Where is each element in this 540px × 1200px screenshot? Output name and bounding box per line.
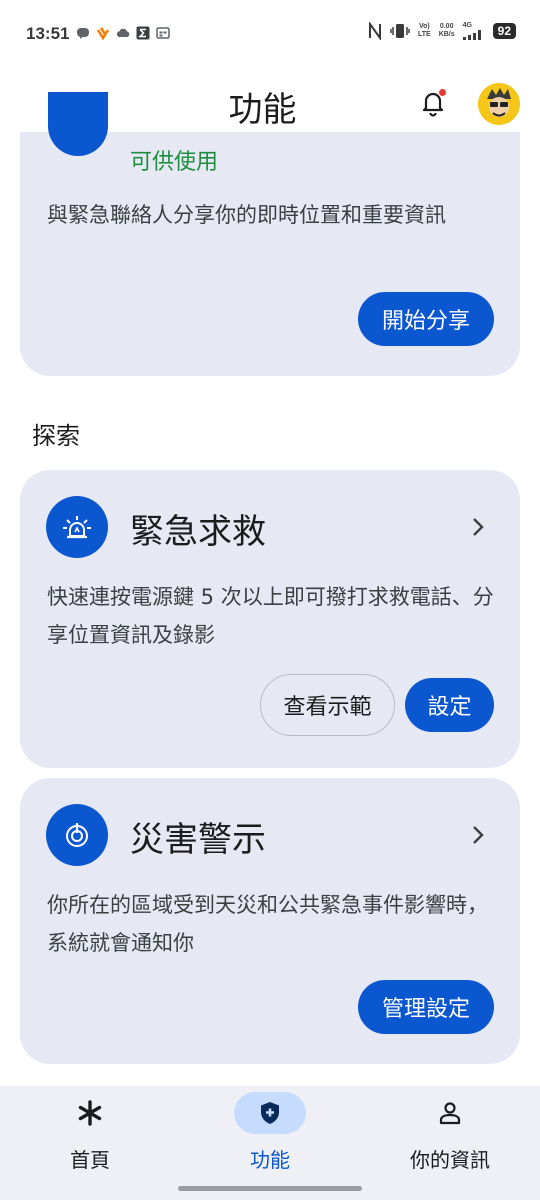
- asterisk-icon: [78, 1100, 102, 1126]
- explore-heading: 探索: [32, 422, 80, 450]
- account-avatar[interactable]: [478, 83, 520, 125]
- chevron-right-icon[interactable]: [466, 823, 490, 847]
- emergency-sos-title: 緊急求救: [130, 512, 266, 552]
- chevron-right-icon[interactable]: [466, 515, 490, 539]
- shield-plus-icon: [261, 1102, 279, 1124]
- disaster-alerts-description: 你所在的區域受到天災和公共緊急事件影響時，系統就會通知你: [47, 893, 488, 955]
- calendar-icon: [156, 27, 170, 39]
- status-time: 13:51: [26, 24, 70, 43]
- emergency-sos-description: 快速連按電源鍵 5 次以上即可撥打求救電話、分享位置資訊及錄影: [47, 585, 494, 647]
- cell-signal: 4G: [462, 22, 485, 40]
- shopee-app-icon: [96, 27, 110, 40]
- avatar-image: [478, 83, 520, 125]
- cloud-icon: [116, 28, 130, 37]
- vibrate-icon: [390, 24, 410, 38]
- disaster-alerts-title: 災害警示: [130, 820, 266, 860]
- nav-item-home[interactable]: 首頁: [0, 1086, 180, 1200]
- alert-broadcast-icon: [46, 804, 108, 866]
- notification-icons: [76, 26, 170, 40]
- nav-item-features[interactable]: 功能: [180, 1086, 360, 1200]
- bottom-navigation: 首頁 功能 你的資訊: [0, 1086, 540, 1200]
- network-type: 4G: [462, 22, 472, 29]
- disaster-alerts-card[interactable]: 災害警示 你所在的區域受到天災和公共緊急事件影響時，系統就會通知你 管理設定: [20, 778, 520, 1064]
- view-demo-button[interactable]: 查看示範: [260, 674, 395, 736]
- nav-label-home: 首頁: [70, 1148, 110, 1172]
- notification-bell-icon[interactable]: [417, 87, 449, 119]
- availability-status: 可供使用: [130, 150, 219, 175]
- nav-label-features: 功能: [250, 1148, 290, 1172]
- gesture-bar[interactable]: [178, 1186, 362, 1191]
- nav-label-your-info: 你的資訊: [410, 1148, 490, 1172]
- system-status: Vo) LTE 0.00 KB/s 4G 92: [368, 22, 516, 40]
- emergency-sos-card[interactable]: 緊急求救 快速連按電源鍵 5 次以上即可撥打求救電話、分享位置資訊及錄影 查看示…: [20, 470, 520, 768]
- start-sharing-button[interactable]: 開始分享: [358, 292, 494, 346]
- setup-button[interactable]: 設定: [405, 678, 494, 732]
- location-sharing-card: 可供使用 與緊急聯絡人分享你的即時位置和重要資訊 開始分享: [20, 92, 520, 376]
- volte-indicator: Vo) LTE: [417, 23, 431, 38]
- line-app-icon: [77, 28, 89, 39]
- signal-bars-icon: [462, 30, 481, 40]
- sigma-app-icon: [136, 26, 150, 40]
- status-bar: 13:51 Vo) LTE 0.00 KB/s 4G 92: [0, 0, 540, 72]
- nfc-icon: [368, 22, 381, 40]
- siren-icon: [46, 496, 108, 558]
- nav-item-your-info[interactable]: 你的資訊: [360, 1086, 540, 1200]
- location-sharing-icon: [48, 92, 108, 156]
- battery-level: 92: [492, 23, 516, 39]
- net-speed: 0.00 KB/s: [438, 23, 455, 38]
- person-icon: [439, 1102, 461, 1125]
- manage-settings-button[interactable]: 管理設定: [358, 980, 494, 1034]
- location-sharing-description: 與緊急聯絡人分享你的即時位置和重要資訊: [47, 203, 446, 227]
